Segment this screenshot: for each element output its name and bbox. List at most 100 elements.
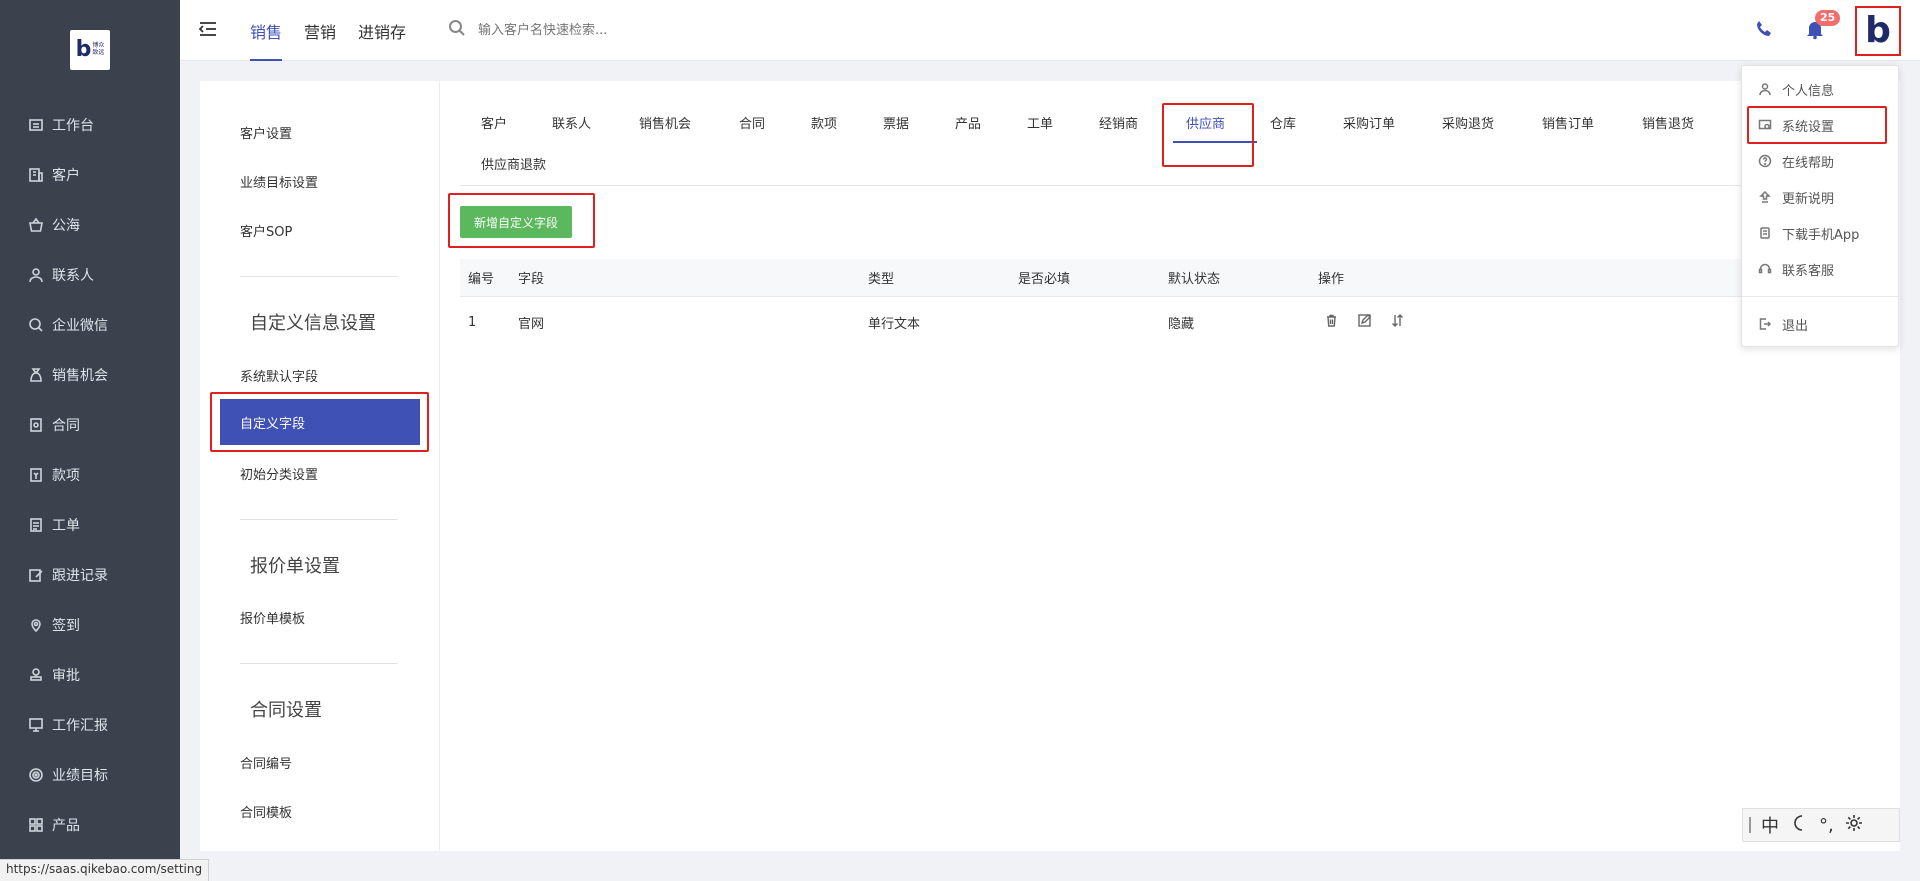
logo-text-line2: 致远 [92,49,105,56]
toolbar-grip[interactable] [1749,817,1751,833]
company-logo[interactable]: b 博众 致远 [70,30,110,70]
tab-work-order[interactable]: 工单 [1027,113,1053,132]
tab-supplier[interactable]: 供应商 [1186,113,1225,132]
tab-invoice[interactable]: 票据 [883,113,909,132]
tab-sales-order[interactable]: 销售订单 [1542,113,1594,132]
cell-type: 单行文本 [868,316,921,332]
col-default-status: 默认状态 [1168,272,1221,287]
menu-item-label: 个人信息 [1782,83,1835,99]
sidebar-item-label: 合同 [52,418,80,434]
col-type: 类型 [868,272,895,287]
sidebar-item-label: 工单 [52,518,80,534]
grid-icon [28,817,44,833]
moon-icon[interactable] [1789,813,1809,838]
divider [240,663,398,664]
sidebar-item-work-report[interactable]: 工作汇报 [0,700,180,750]
headset-icon [1758,262,1772,276]
divider [240,276,398,277]
sidebar-item-label: 签到 [52,618,80,634]
gear-icon[interactable] [1844,813,1864,838]
tab-dealer[interactable]: 经销商 [1099,113,1138,132]
tab-marketing[interactable]: 营销 [304,0,336,61]
user-dropdown-menu: 个人信息 系统设置 在线帮助 更新说明 下载手机App 联系客服 退出 [1741,65,1899,347]
menu-item-download-app[interactable]: 下载手机App [1742,216,1898,250]
tab-customer[interactable]: 客户 [481,113,507,132]
sidebar-item-work-orders[interactable]: 工单 [0,500,180,550]
settings-nav-contract-number[interactable]: 合同编号 [240,753,292,772]
tab-supplier-refund[interactable]: 供应商退款 [481,154,546,173]
add-custom-field-button[interactable]: 新增自定义字段 [460,206,572,238]
tab-payment[interactable]: 款项 [811,113,837,132]
sidebar-item-customer[interactable]: 客户 [0,150,180,200]
tab-warehouse[interactable]: 仓库 [1270,113,1296,132]
menu-item-label: 更新说明 [1782,191,1835,207]
settings-nav-initial-category[interactable]: 初始分类设置 [240,464,318,483]
settings-nav-custom-fields[interactable]: 自定义字段 [220,399,420,445]
custom-fields-table: 编号 字段 类型 是否必填 默认状态 操作 1 官网 单行文本 隐藏 [460,259,1880,347]
menu-item-logout[interactable]: 退出 [1742,307,1898,341]
sort-icon[interactable] [1390,313,1405,332]
main-card: 客户设置 业绩目标设置 客户SOP 自定义信息设置 系统默认字段 自定义字段 初… [200,81,1900,851]
sidebar-item-payments[interactable]: 款项 [0,450,180,500]
edit-icon[interactable] [1357,313,1372,332]
sidebar-item-products[interactable]: 产品 [0,800,180,850]
settings-nav-customer-settings[interactable]: 客户设置 [240,123,292,142]
sidebar-item-label: 业绩目标 [52,768,108,784]
sidebar-item-check-in[interactable]: 签到 [0,600,180,650]
sidebar-item-approval[interactable]: 审批 [0,650,180,700]
menu-item-release-notes[interactable]: 更新说明 [1742,180,1898,214]
sidebar-item-public-pool[interactable]: 公海 [0,200,180,250]
contract-icon [28,417,44,433]
target-icon [28,767,44,783]
menu-item-contact-support[interactable]: 联系客服 [1742,252,1898,286]
sidebar-item-dashboard[interactable]: 工作台 [0,100,180,150]
tab-contact[interactable]: 联系人 [552,113,591,132]
sidebar-item-label: 产品 [52,818,80,834]
tab-product[interactable]: 产品 [955,113,981,132]
sidebar: b 博众 致远 工作台 客户 公海 联系人 企业微信 销售机会 合同 款项 工单… [0,0,180,881]
sidebar-item-contacts[interactable]: 联系人 [0,250,180,300]
sidebar-item-label: 销售机会 [52,368,108,384]
user-avatar-button[interactable]: b [1855,6,1901,56]
tab-sales[interactable]: 销售 [250,0,283,61]
tab-sales-return[interactable]: 销售退货 [1642,113,1694,132]
sidebar-item-contracts[interactable]: 合同 [0,400,180,450]
menu-item-system-settings[interactable]: 系统设置 [1742,108,1898,142]
tab-opportunity[interactable]: 销售机会 [639,113,691,132]
menu-item-online-help[interactable]: 在线帮助 [1742,144,1898,178]
menu-item-profile[interactable]: 个人信息 [1742,72,1898,106]
sidebar-item-targets[interactable]: 业绩目标 [0,750,180,800]
delete-icon[interactable] [1324,313,1339,332]
col-id: 编号 [468,272,495,287]
sidebar-item-label: 工作汇报 [52,718,108,734]
tab-purchase-order[interactable]: 采购订单 [1343,113,1395,132]
punctuation-toggle[interactable]: °, [1819,815,1834,836]
settings-nav-contract-template[interactable]: 合同模板 [240,802,292,821]
sidebar-item-label: 联系人 [52,268,94,284]
settings-nav-customer-sop[interactable]: 客户SOP [240,221,292,240]
search-input[interactable] [478,22,738,38]
tabs-divider [460,185,1880,186]
phone-icon[interactable] [1753,18,1775,40]
language-toggle[interactable]: 中 [1761,812,1779,838]
sidebar-item-label: 工作台 [52,118,94,134]
section-contract: 合同设置 [250,700,322,721]
settings-nav-default-fields[interactable]: 系统默认字段 [240,366,318,385]
active-tab-underline [1173,141,1257,143]
sidebar-item-follow-ups[interactable]: 跟进记录 [0,550,180,600]
sidebar-nav: 工作台 客户 公海 联系人 企业微信 销售机会 合同 款项 工单 跟进记录 签到… [0,100,180,850]
basket-icon [28,217,44,233]
menu-collapse-icon[interactable] [198,20,218,38]
tab-contract[interactable]: 合同 [739,113,765,132]
tab-purchase-return[interactable]: 采购退货 [1442,113,1494,132]
tab-inventory[interactable]: 进销存 [358,0,406,61]
cell-field: 官网 [518,316,545,332]
building-icon [28,167,44,183]
sidebar-item-wecom[interactable]: 企业微信 [0,300,180,350]
search-icon [448,19,466,41]
avatar-letter: b [1865,10,1891,51]
settings-nav-target-settings[interactable]: 业绩目标设置 [240,172,318,191]
sidebar-item-opportunities[interactable]: 销售机会 [0,350,180,400]
settings-nav-quote-template[interactable]: 报价单模板 [240,608,305,627]
money-bag-icon [28,367,44,383]
